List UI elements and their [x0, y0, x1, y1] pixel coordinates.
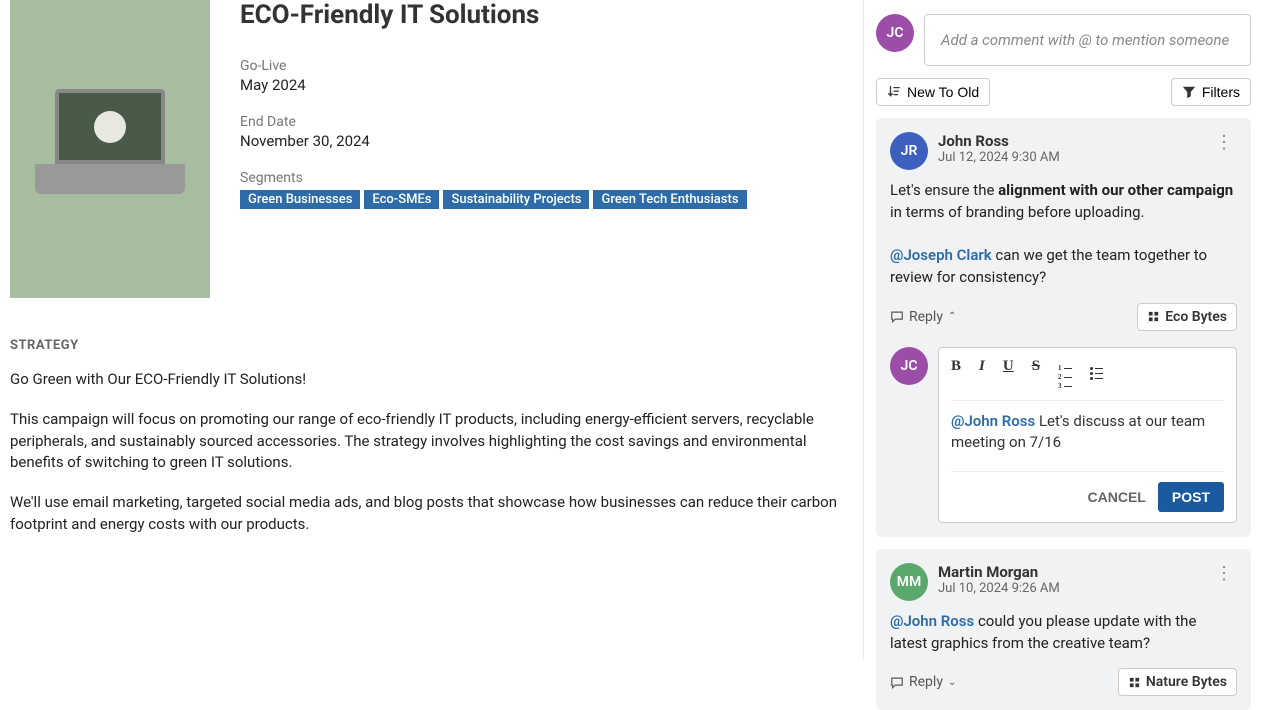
comment-card: MM Martin Morgan Jul 10, 2024 9:26 AM ⋮ … [876, 549, 1251, 710]
end-date-label: End Date [240, 114, 747, 130]
underline-button[interactable]: U [1003, 358, 1014, 390]
commenter-avatar: MM [890, 563, 928, 601]
format-toolbar: B I U S 123 [951, 358, 1224, 401]
strategy-body: Go Green with Our ECO-Friendly IT Soluti… [10, 369, 843, 536]
comment-tag[interactable]: Eco Bytes [1137, 303, 1237, 331]
unordered-list-button[interactable] [1090, 358, 1103, 390]
reply-icon [890, 676, 904, 689]
segment-chip[interactable]: Green Tech Enthusiasts [593, 190, 746, 209]
end-date-value: November 30, 2024 [240, 132, 747, 150]
segments-label: Segments [240, 170, 747, 186]
comment-more-icon[interactable]: ⋮ [1211, 132, 1237, 153]
current-user-avatar: JC [876, 14, 914, 52]
campaign-title: ECO-Friendly IT Solutions [240, 0, 747, 30]
tag-icon [1147, 310, 1160, 323]
add-comment-row: JC Add a comment with @ to mention someo… [876, 14, 1251, 66]
comment-author: Martin Morgan [938, 563, 1201, 581]
comment-input[interactable]: Add a comment with @ to mention someone [924, 14, 1251, 66]
comment-timestamp: Jul 12, 2024 9:30 AM [938, 150, 1201, 165]
campaign-hero: ECO-Friendly IT Solutions Go-Live May 20… [10, 0, 843, 298]
filters-label: Filters [1202, 84, 1240, 100]
comment-placeholder: Add a comment with @ to mention someone [941, 31, 1229, 49]
post-button[interactable]: POST [1158, 482, 1224, 512]
go-live-value: May 2024 [240, 76, 747, 94]
mention-link[interactable]: @John Ross [890, 612, 974, 630]
cancel-button[interactable]: CANCEL [1088, 489, 1146, 505]
chevron-down-icon: ⌄ [948, 677, 956, 688]
main-content: ECO-Friendly IT Solutions Go-Live May 20… [0, 0, 863, 659]
chevron-up-icon: ⌃ [948, 311, 956, 322]
mention-link[interactable]: @John Ross [951, 412, 1035, 430]
segment-chip[interactable]: Sustainability Projects [443, 190, 589, 209]
strikethrough-button[interactable]: S [1032, 358, 1040, 390]
reply-button[interactable]: Reply ⌃ [890, 309, 956, 325]
bold-button[interactable]: B [951, 358, 961, 390]
reply-composer: JC B I U S 123 @John Ross Let's discuss … [890, 347, 1237, 523]
comments-toolbar: New To Old Filters [876, 78, 1251, 106]
leaf-icon [94, 111, 126, 143]
filters-button[interactable]: Filters [1171, 78, 1251, 106]
comment-body: @John Ross could you please update with … [890, 611, 1237, 655]
sort-label: New To Old [907, 84, 979, 100]
strategy-heading: STRATEGY [10, 338, 843, 353]
strategy-p1: Go Green with Our ECO-Friendly IT Soluti… [10, 369, 843, 391]
composer-text[interactable]: @John Ross Let's discuss at our team mee… [951, 411, 1224, 472]
sort-button[interactable]: New To Old [876, 78, 990, 106]
go-live-label: Go-Live [240, 58, 747, 74]
strategy-p2: This campaign will focus on promoting ou… [10, 409, 843, 474]
italic-button[interactable]: I [979, 358, 985, 390]
segment-chip[interactable]: Green Businesses [240, 190, 360, 209]
segments-list: Green Businesses Eco-SMEs Sustainability… [240, 190, 747, 209]
filter-icon [1182, 85, 1196, 99]
current-user-avatar: JC [890, 347, 928, 385]
mention-link[interactable]: @Joseph Clark [890, 246, 992, 264]
reply-button[interactable]: Reply ⌄ [890, 674, 956, 690]
comment-author: John Ross [938, 132, 1201, 150]
laptop-illustration [30, 89, 190, 209]
comment-card: JR John Ross Jul 12, 2024 9:30 AM ⋮ Let'… [876, 118, 1251, 537]
comment-body: Let's ensure the alignment with our othe… [890, 180, 1237, 289]
comments-sidebar: JC Add a comment with @ to mention someo… [863, 0, 1263, 659]
ordered-list-button[interactable]: 123 [1058, 358, 1072, 390]
tag-icon [1128, 676, 1141, 689]
composer-box: B I U S 123 @John Ross Let's discuss at … [938, 347, 1237, 523]
reply-icon [890, 310, 904, 323]
segment-chip[interactable]: Eco-SMEs [364, 190, 439, 209]
sort-icon [887, 85, 901, 99]
comment-timestamp: Jul 10, 2024 9:26 AM [938, 581, 1201, 596]
campaign-details: ECO-Friendly IT Solutions Go-Live May 20… [240, 0, 747, 298]
comment-tag[interactable]: Nature Bytes [1118, 668, 1237, 696]
strategy-p3: We'll use email marketing, targeted soci… [10, 492, 843, 536]
comment-more-icon[interactable]: ⋮ [1211, 563, 1237, 584]
commenter-avatar: JR [890, 132, 928, 170]
campaign-image [10, 0, 210, 298]
